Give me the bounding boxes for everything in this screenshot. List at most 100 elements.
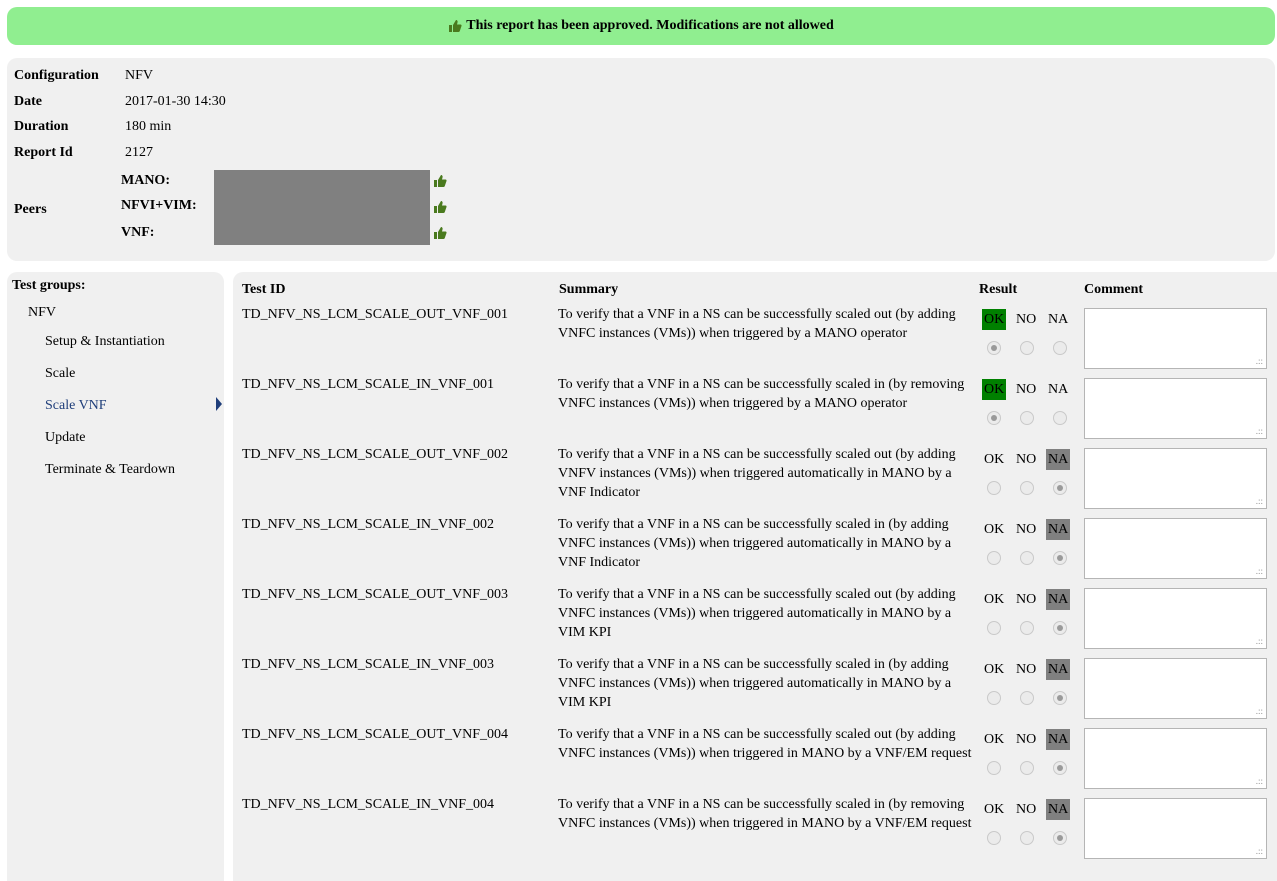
duration-label: Duration [14,119,69,134]
resize-grip-icon[interactable]: .:: [1256,357,1263,366]
summary-cell: To verify that a VNF in a NS can be succ… [558,447,956,500]
result-na-radio[interactable] [1053,831,1067,845]
sidebar-item-scale[interactable]: Scale [45,366,75,382]
result-na-label: NA [1048,382,1069,397]
peer-nfvi-vim-label: NFVI+VIM: [121,198,197,213]
comment-textarea[interactable]: .:: [1084,378,1267,439]
resize-grip-icon[interactable]: .:: [1256,637,1263,646]
result-ok-label: OK [984,802,1005,817]
column-header-comment: Comment [1084,282,1144,297]
table-row: TD_NFV_NS_LCM_SCALE_IN_VNF_001 To verify … [233,373,1277,442]
resize-grip-icon[interactable]: .:: [1256,567,1263,576]
result-no-radio[interactable] [1020,411,1034,425]
column-header-summary: Summary [559,282,619,297]
summary-cell: To verify that a VNF in a NS can be succ… [558,587,956,640]
result-no-radio[interactable] [1020,341,1034,355]
result-na-label: NA [1046,589,1071,610]
peers-label: Peers [14,202,47,217]
result-na-label: NA [1048,312,1069,327]
comment-textarea[interactable]: .:: [1084,588,1267,649]
result-ok-radio[interactable] [987,621,1001,635]
duration-value: 180 min [125,119,172,134]
result-no-radio[interactable] [1020,481,1034,495]
result-na-radio[interactable] [1053,551,1067,565]
result-no-label: NO [1016,522,1037,537]
result-ok-radio[interactable] [987,481,1001,495]
result-na-radio[interactable] [1053,691,1067,705]
result-no-radio[interactable] [1020,621,1034,635]
test-id-cell: TD_NFV_NS_LCM_SCALE_OUT_VNF_003 [242,587,509,602]
result-ok-label: OK [984,452,1005,467]
result-na-radio[interactable] [1053,411,1067,425]
result-no-radio[interactable] [1020,761,1034,775]
test-id-cell: TD_NFV_NS_LCM_SCALE_IN_VNF_002 [242,517,495,532]
resize-grip-icon[interactable]: .:: [1256,777,1263,786]
summary-cell: To verify that a VNF in a NS can be succ… [558,657,952,710]
sidebar-item-terminate-teardown[interactable]: Terminate & Teardown [45,462,175,478]
summary-cell: To verify that a VNF in a NS can be succ… [558,517,952,570]
test-groups-sidebar: Test groups: NFV Setup & Instantiation S… [7,272,224,881]
result-ok-radio[interactable] [987,831,1001,845]
result-ok-radio[interactable] [987,411,1001,425]
result-no-radio[interactable] [1020,551,1034,565]
comment-textarea[interactable]: .:: [1084,728,1267,789]
column-header-test-id: Test ID [242,282,286,297]
result-ok-label: OK [982,379,1007,400]
approval-message: This report has been approved. Modificat… [466,18,834,33]
result-no-label: NO [1016,732,1037,747]
sidebar-item-scale-vnf[interactable]: Scale VNF [45,398,107,414]
comment-textarea[interactable]: .:: [1084,518,1267,579]
test-group-nfv[interactable]: NFV [28,305,56,321]
result-na-radio[interactable] [1053,761,1067,775]
result-na-radio[interactable] [1053,341,1067,355]
resize-grip-icon[interactable]: .:: [1256,427,1263,436]
report-info-panel: Configuration NFV Date 2017-01-30 14:30 … [7,58,1275,261]
result-na-label: NA [1046,449,1071,470]
table-row: TD_NFV_NS_LCM_SCALE_IN_VNF_003 To verify … [233,653,1277,722]
resize-grip-icon[interactable]: .:: [1256,847,1263,856]
result-ok-radio[interactable] [987,551,1001,565]
result-na-label: NA [1046,519,1071,540]
result-na-radio[interactable] [1053,621,1067,635]
table-row: TD_NFV_NS_LCM_SCALE_OUT_VNF_003 To verify… [233,583,1277,652]
result-na-radio[interactable] [1053,481,1067,495]
result-na-label: NA [1046,799,1071,820]
summary-cell: To verify that a VNF in a NS can be succ… [558,377,965,411]
result-ok-label: OK [984,732,1005,747]
comment-textarea[interactable]: .:: [1084,798,1267,859]
column-header-result: Result [979,282,1018,297]
thumbs-up-icon [433,226,447,240]
approval-banner: This report has been approved. Modificat… [7,7,1275,45]
result-ok-radio[interactable] [987,761,1001,775]
test-id-cell: TD_NFV_NS_LCM_SCALE_OUT_VNF_004 [242,727,509,742]
test-id-cell: TD_NFV_NS_LCM_SCALE_IN_VNF_001 [242,377,495,392]
result-na-label: NA [1046,729,1071,750]
table-row: TD_NFV_NS_LCM_SCALE_OUT_VNF_002 To verify… [233,443,1277,512]
sidebar-item-setup-instantiation[interactable]: Setup & Instantiation [45,334,165,350]
resize-grip-icon[interactable]: .:: [1256,497,1263,506]
result-no-label: NO [1016,382,1037,397]
result-ok-radio[interactable] [987,341,1001,355]
result-no-radio[interactable] [1020,831,1034,845]
result-ok-label: OK [984,522,1005,537]
result-no-radio[interactable] [1020,691,1034,705]
report-id-label: Report Id [14,145,73,160]
comment-textarea[interactable]: .:: [1084,448,1267,509]
configuration-row: Configuration NFV [14,66,153,86]
resize-grip-icon[interactable]: .:: [1256,707,1263,716]
result-ok-label: OK [984,662,1005,677]
summary-cell: To verify that a VNF in a NS can be succ… [558,797,972,831]
sidebar-item-update[interactable]: Update [45,430,85,446]
duration-row: Duration 180 min [14,117,171,137]
result-ok-radio[interactable] [987,691,1001,705]
redacted-peer-names [214,170,430,245]
result-no-label: NO [1016,312,1037,327]
comment-textarea[interactable]: .:: [1084,308,1267,369]
test-results-panel: Test ID Summary Result Comment TD_NFV_NS… [233,272,1277,881]
table-row: TD_NFV_NS_LCM_SCALE_IN_VNF_004 To verify … [233,793,1277,862]
comment-textarea[interactable]: .:: [1084,658,1267,719]
result-no-label: NO [1016,662,1037,677]
configuration-value: NFV [125,68,154,83]
result-ok-label: OK [984,592,1005,607]
test-groups-header: Test groups: [12,278,86,293]
